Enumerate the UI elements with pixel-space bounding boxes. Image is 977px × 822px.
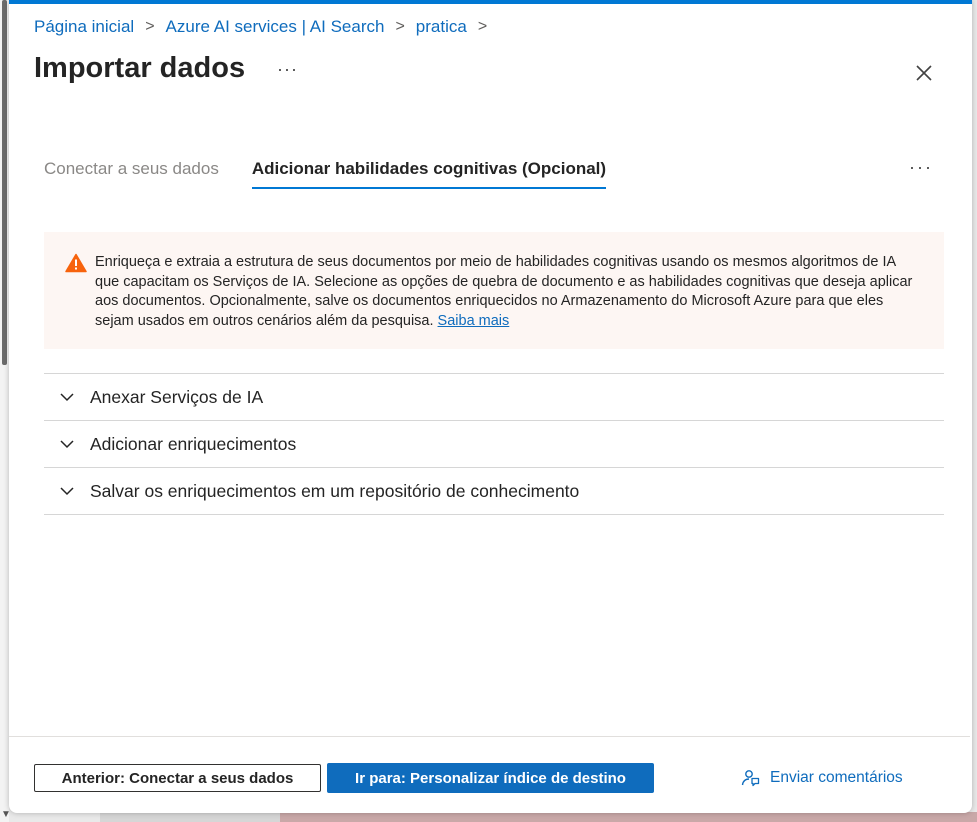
feedback-label: Enviar comentários (770, 769, 903, 786)
accordion-label: Salvar os enriquecimentos em um repositó… (90, 480, 580, 501)
chevron-down-icon (60, 487, 74, 496)
options-accordion: Anexar Serviços de IA Adicionar enriquec… (44, 373, 944, 515)
send-feedback-link[interactable]: Enviar comentários (740, 768, 903, 788)
accordion-label: Anexar Serviços de IA (90, 386, 264, 407)
breadcrumb-separator-icon: > (477, 18, 488, 35)
breadcrumb-separator-icon: > (395, 18, 405, 35)
breadcrumb-item-pratica[interactable]: pratica (416, 17, 467, 37)
breadcrumb-separator-icon: > (145, 18, 155, 35)
page-title: Importar dados (34, 52, 246, 84)
close-icon (916, 65, 932, 81)
warning-icon (65, 253, 87, 273)
accordion-label: Adicionar enriquecimentos (90, 433, 297, 454)
wizard-tabs: Conectar a seus dados Adicionar habilida… (44, 159, 607, 189)
accordion-attach-ai-services[interactable]: Anexar Serviços de IA (44, 374, 944, 421)
breadcrumb: Página inicial > Azure AI services | AI … (34, 17, 498, 37)
tab-add-cognitive-skills[interactable]: Adicionar habilidades cognitivas (Opcion… (251, 159, 607, 189)
tab-connect-data[interactable]: Conectar a seus dados (44, 159, 219, 189)
warning-banner: Enriqueça e extraia a estrutura de seus … (44, 232, 944, 349)
close-button[interactable] (913, 62, 935, 84)
accordion-save-knowledge-store[interactable]: Salvar os enriquecimentos em um repositó… (44, 468, 944, 515)
feedback-icon (741, 770, 760, 787)
warning-message: Enriqueça e extraia a estrutura de seus … (95, 253, 920, 331)
accordion-add-enrichments[interactable]: Adicionar enriquecimentos (44, 421, 944, 468)
previous-button[interactable]: Anterior: Conectar a seus dados (34, 764, 321, 792)
tabs-more-button[interactable]: ··· (909, 157, 933, 178)
wizard-footer: Anterior: Conectar a seus dados Ir para:… (9, 736, 970, 814)
breadcrumb-item-ai-search[interactable]: Azure AI services | AI Search (166, 17, 385, 37)
learn-more-link[interactable]: Saiba mais (438, 313, 510, 329)
background-scrollbar (2, 0, 7, 365)
import-data-panel: Página inicial > Azure AI services | AI … (9, 0, 972, 813)
next-button[interactable]: Ir para: Personalizar índice de destino (327, 763, 654, 793)
more-options-button[interactable]: ··· (277, 59, 298, 80)
chevron-down-icon (60, 393, 74, 402)
breadcrumb-item-home[interactable]: Página inicial (34, 17, 134, 37)
chevron-down-icon (60, 440, 74, 449)
